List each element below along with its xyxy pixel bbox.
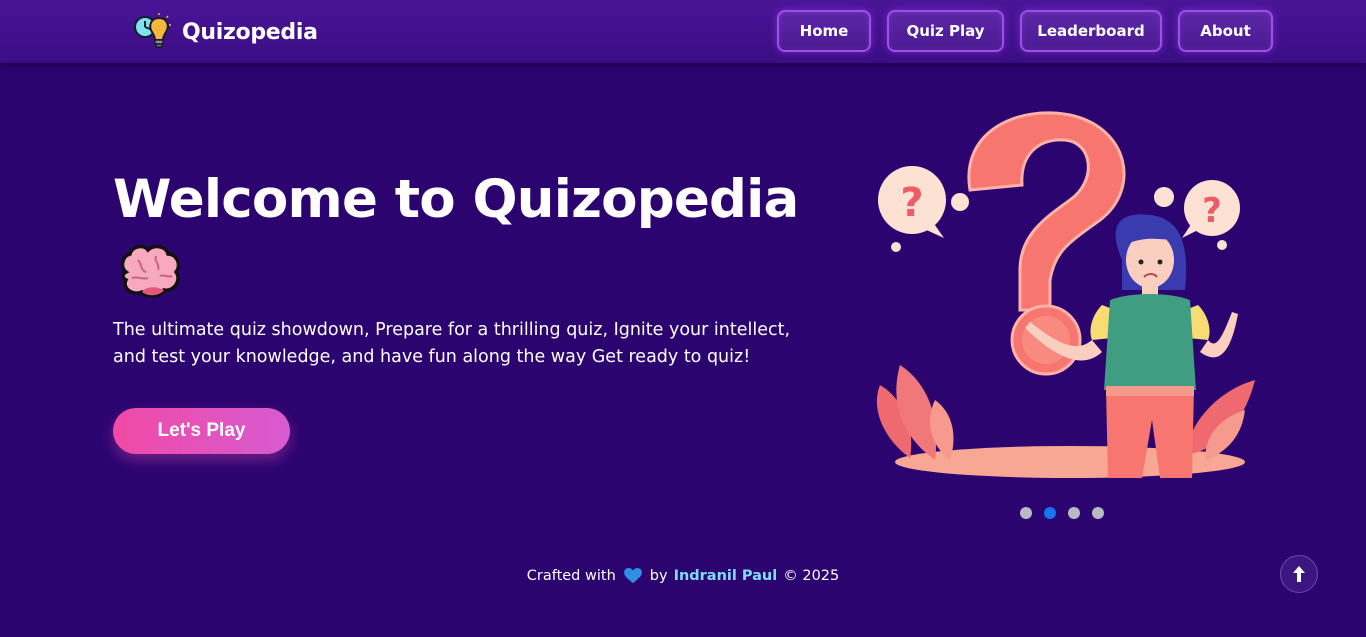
nav-about-button[interactable]: About [1178,10,1273,52]
confused-girl-question-mark-illustration: ? ? [876,111,1255,478]
svg-text:?: ? [1202,191,1222,231]
nav-leaderboard-button[interactable]: Leaderboard [1020,10,1162,52]
lets-play-button[interactable]: Let's Play [113,408,290,454]
hero-description: The ultimate quiz showdown, Prepare for … [113,320,791,367]
carousel-indicators [1020,507,1104,519]
lightbulb-clock-icon [134,13,171,48]
carousel-dot[interactable] [1020,507,1032,519]
brand[interactable]: Quizopedia [132,12,318,52]
nav-quiz-play-button[interactable]: Quiz Play [887,10,1004,52]
carousel-dot[interactable] [1068,507,1080,519]
heart-icon [623,568,642,584]
author-link[interactable]: Indranil Paul [674,568,778,584]
carousel-dot-active[interactable] [1044,507,1056,519]
footer: Crafted with by Indranil Paul © 2025 [0,564,1366,588]
footer-prefix: Crafted with [526,568,616,584]
arrow-up-icon [1293,566,1305,582]
brain-icon [120,244,181,298]
svg-text:?: ? [900,180,923,226]
carousel-dot[interactable] [1092,507,1104,519]
footer-by: by [649,568,668,584]
brand-name: Quizopedia [182,19,318,45]
footer-copyright: © 2025 [783,568,840,584]
nav-home-button[interactable]: Home [777,10,871,52]
hero-title: Welcome to Quizopedia [113,169,799,230]
scroll-to-top-button[interactable] [1280,555,1318,593]
navbar: Quizopedia Home Quiz Play Leaderboard Ab… [0,0,1366,63]
